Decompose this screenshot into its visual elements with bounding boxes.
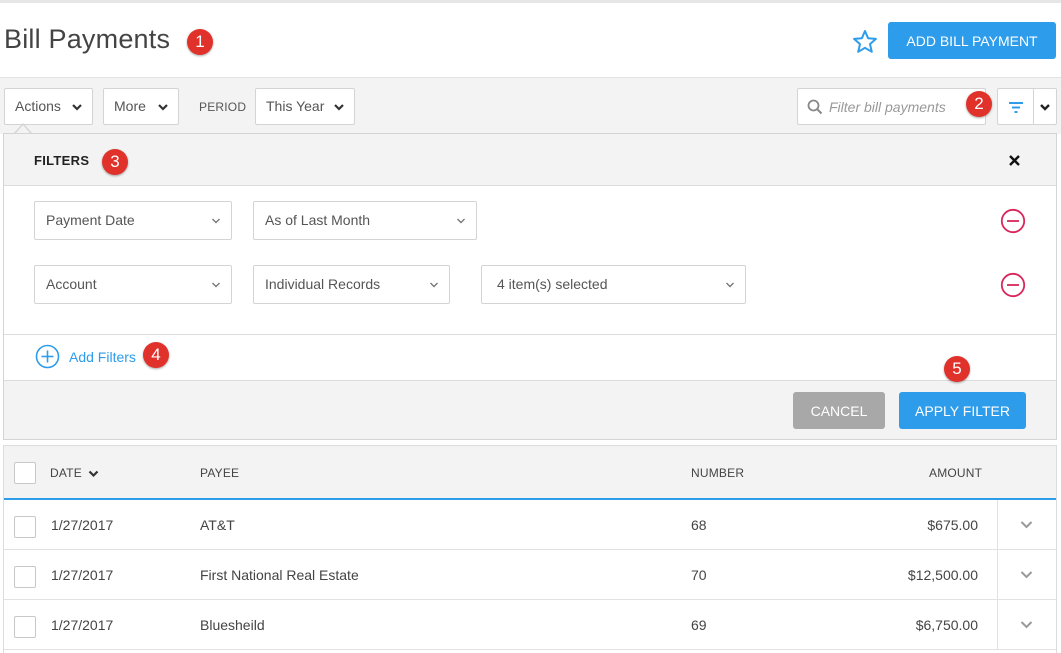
cell-payee: Bluesheild — [200, 617, 265, 633]
add-filters-label: Add Filters — [69, 349, 136, 365]
filter-value-select[interactable]: 4 item(s) selected — [481, 265, 746, 304]
remove-filter-icon[interactable] — [1000, 272, 1026, 298]
column-header-payee[interactable]: PAYEE — [200, 466, 239, 480]
filters-title: FILTERS — [34, 153, 90, 168]
search-box — [797, 88, 986, 125]
chevron-down-icon — [334, 104, 344, 111]
apply-filter-button[interactable]: APPLY FILTER — [899, 392, 1026, 429]
cell-number: 69 — [691, 617, 707, 633]
filters-footer: CANCEL APPLY FILTER — [4, 380, 1056, 439]
select-all-checkbox[interactable] — [14, 462, 36, 484]
filter-icon — [1009, 102, 1023, 113]
column-header-amount[interactable]: AMOUNT — [929, 466, 982, 480]
row-checkbox[interactable] — [14, 566, 36, 588]
chevron-down-icon — [457, 218, 465, 224]
chevron-down-icon — [212, 218, 220, 224]
row-expand-button[interactable] — [997, 550, 1056, 599]
cell-amount: $675.00 — [927, 517, 978, 533]
divider — [4, 334, 1056, 335]
period-label: PERIOD — [199, 100, 247, 114]
chevron-down-icon — [430, 282, 438, 288]
row-expand-button[interactable] — [997, 600, 1056, 649]
remove-filter-icon[interactable] — [1000, 208, 1026, 234]
bill-payments-table: DATE PAYEE NUMBER AMOUNT 1/27/2017 AT&T … — [3, 445, 1057, 653]
table-header: DATE PAYEE NUMBER AMOUNT — [4, 446, 1056, 500]
filters-panel: FILTERS Payment Date As of Last Month Ac… — [3, 133, 1057, 440]
search-input[interactable] — [829, 96, 979, 118]
chevron-down-icon — [1020, 621, 1033, 629]
filter-toggle-button[interactable] — [997, 88, 1057, 125]
annotation-badge-4: 4 — [143, 342, 169, 368]
chevron-down-icon — [726, 282, 734, 288]
row-checkbox[interactable] — [14, 616, 36, 638]
more-label: More — [114, 98, 146, 114]
chevron-down-icon — [212, 282, 220, 288]
close-icon[interactable] — [1008, 154, 1021, 167]
cell-number: 68 — [691, 517, 707, 533]
table-row[interactable]: 1/27/2017 First National Real Estate 70 … — [4, 550, 1056, 600]
filter-field-value: Account — [46, 276, 97, 292]
period-dropdown[interactable]: This Year — [255, 88, 355, 125]
annotation-badge-2: 2 — [966, 91, 992, 117]
row-expand-button[interactable] — [997, 500, 1056, 549]
annotation-badge-1: 1 — [187, 29, 213, 55]
filter-value-text: 4 item(s) selected — [497, 276, 608, 292]
filter-field-select[interactable]: Payment Date — [34, 201, 232, 240]
cell-date: 1/27/2017 — [51, 617, 114, 633]
row-checkbox[interactable] — [14, 516, 36, 538]
actions-label: Actions — [15, 98, 61, 114]
filter-button-divider — [1033, 89, 1034, 124]
add-bill-payment-button[interactable]: ADD BILL PAYMENT — [888, 22, 1056, 59]
favorite-star-icon[interactable] — [851, 28, 879, 56]
cancel-button[interactable]: CANCEL — [793, 392, 885, 429]
filter-field-select[interactable]: Account — [34, 265, 232, 304]
filter-operator-select[interactable]: As of Last Month — [253, 201, 477, 240]
cell-amount: $6,750.00 — [915, 617, 978, 633]
period-value: This Year — [266, 98, 325, 114]
cell-date: 1/27/2017 — [51, 517, 114, 533]
cell-date: 1/27/2017 — [51, 567, 114, 583]
toolbar: Actions More PERIOD This Year — [0, 77, 1061, 134]
top-border — [0, 0, 1061, 3]
filter-operator-value: Individual Records — [265, 276, 381, 292]
cell-payee: AT&T — [200, 517, 235, 533]
annotation-badge-5: 5 — [944, 356, 970, 382]
filters-header: FILTERS — [4, 134, 1056, 186]
cell-amount: $12,500.00 — [907, 567, 978, 583]
column-header-date[interactable]: DATE — [50, 466, 82, 480]
cell-payee: First National Real Estate — [200, 567, 359, 583]
column-header-number[interactable]: NUMBER — [691, 466, 744, 480]
chevron-down-icon[interactable] — [1039, 102, 1051, 112]
filter-operator-select[interactable]: Individual Records — [253, 265, 450, 304]
actions-dropdown[interactable]: Actions — [4, 88, 93, 125]
page-title: Bill Payments — [4, 24, 171, 54]
cell-number: 70 — [691, 567, 707, 583]
search-icon — [807, 99, 823, 115]
more-dropdown[interactable]: More — [103, 88, 179, 125]
table-row[interactable]: 1/27/2017 Bluesheild 69 $6,750.00 — [4, 600, 1056, 650]
sort-chevron-down-icon[interactable] — [88, 469, 99, 478]
chevron-down-icon — [1020, 571, 1033, 579]
filter-field-value: Payment Date — [46, 212, 135, 228]
annotation-badge-3: 3 — [102, 149, 128, 175]
filter-operator-value: As of Last Month — [265, 212, 371, 228]
table-row[interactable]: 1/27/2017 AT&T 68 $675.00 — [4, 500, 1056, 550]
plus-circle-icon — [35, 344, 60, 369]
chevron-down-icon — [72, 104, 82, 111]
chevron-down-icon — [158, 104, 168, 111]
chevron-down-icon — [1020, 521, 1033, 529]
